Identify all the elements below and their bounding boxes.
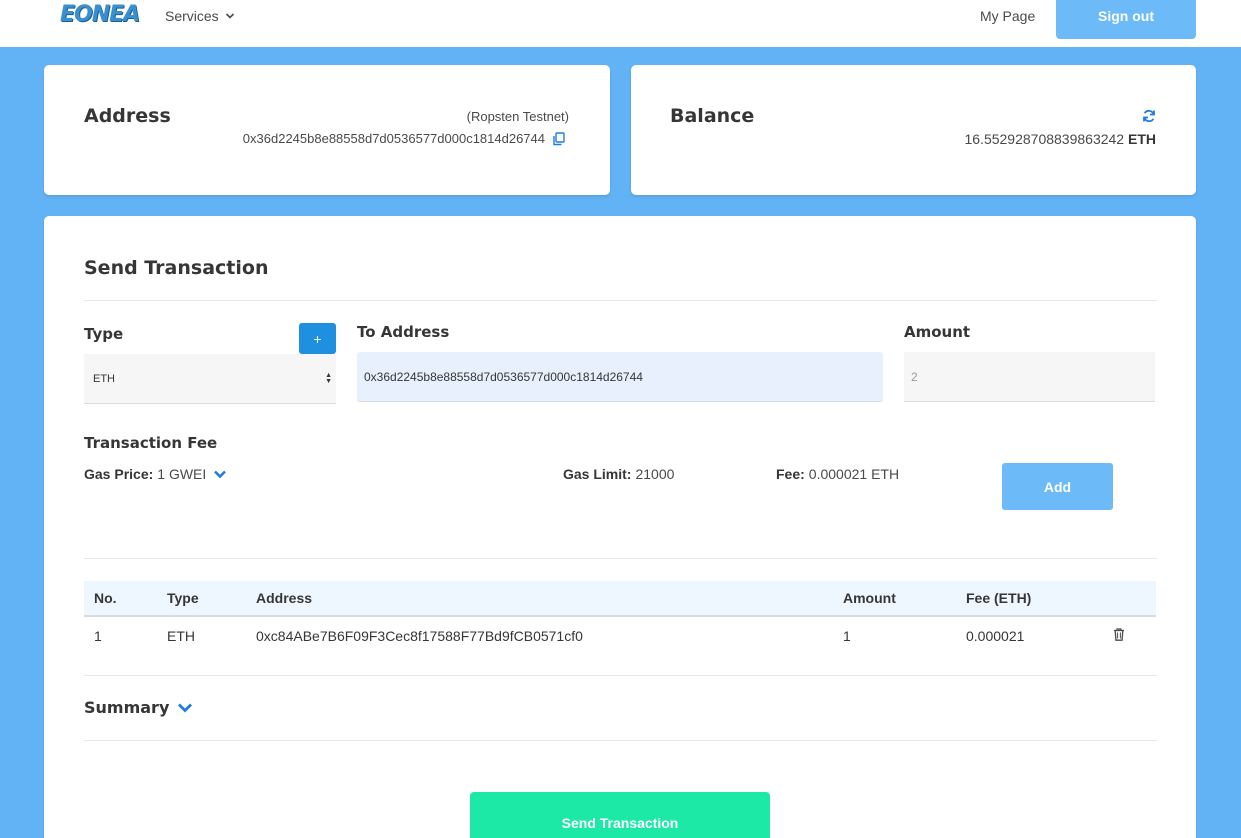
- refresh-icon[interactable]: [1142, 109, 1156, 123]
- sign-out-button[interactable]: Sign out: [1056, 0, 1196, 39]
- chevron-down-icon: [225, 13, 234, 19]
- gas-price-selector[interactable]: Gas Price: 1 GWEI: [84, 466, 227, 482]
- divider: [84, 300, 1157, 301]
- trash-icon: [1114, 628, 1124, 641]
- fee-value: 0.000021 ETH: [808, 466, 900, 482]
- balance-title: Balance: [670, 105, 755, 127]
- table-header: No. Type Address Amount Fee (ETH): [84, 581, 1156, 617]
- header-fee: Fee (ETH): [966, 590, 1032, 606]
- logo[interactable]: EONEA: [60, 2, 140, 28]
- gas-price-value: 1 GWEI: [157, 466, 207, 482]
- transaction-fee-label: Transaction Fee: [84, 434, 218, 452]
- wallet-address: 0x36d2245b8e88558d7d0536577d000c1814d267…: [243, 131, 566, 146]
- network-label: (Ropsten Testnet): [466, 109, 569, 124]
- add-type-button[interactable]: +: [299, 323, 336, 354]
- type-label: Type: [84, 325, 124, 343]
- row-fee: 0.000021: [966, 628, 1025, 644]
- copy-icon[interactable]: [552, 131, 566, 146]
- send-transaction-button[interactable]: Send Transaction: [470, 792, 770, 838]
- address-card: Address (Ropsten Testnet) 0x36d2245b8e88…: [44, 65, 610, 195]
- delete-row-button[interactable]: [1113, 628, 1125, 644]
- chevron-down-icon: [214, 470, 227, 479]
- divider: [84, 740, 1157, 741]
- select-arrows-icon: ▲ ▼: [325, 372, 332, 385]
- transaction-table: No. Type Address Amount Fee (ETH) 1 ETH …: [84, 581, 1156, 655]
- fee: Fee: 0.000021 ETH: [776, 466, 899, 482]
- to-address-input[interactable]: 0x36d2245b8e88558d7d0536577d000c1814d267…: [357, 352, 883, 402]
- header-amount: Amount: [843, 590, 896, 606]
- divider: [84, 675, 1157, 676]
- balance-amount: 16.552928708839863242: [964, 131, 1125, 147]
- type-select[interactable]: ETH ▲ ▼: [84, 354, 336, 404]
- chevron-down-icon: [178, 703, 193, 713]
- gas-limit-value: 21000: [635, 466, 675, 482]
- amount-input[interactable]: 2: [904, 352, 1155, 402]
- divider: [84, 558, 1157, 559]
- balance-value: 16.552928708839863242 ETH: [964, 131, 1156, 147]
- table-row: 1 ETH 0xc84ABe7B6F09F3Cec8f17588F77Bd9fC…: [84, 617, 1156, 655]
- header-no: No.: [94, 590, 117, 606]
- my-page-link[interactable]: My Page: [980, 8, 1035, 24]
- services-menu[interactable]: Services: [165, 8, 235, 24]
- header-address: Address: [256, 590, 313, 606]
- amount-label: Amount: [904, 323, 971, 341]
- send-transaction-title: Send Transaction: [84, 257, 269, 279]
- row-address: 0xc84ABe7B6F09F3Cec8f17588F77Bd9fCB0571c…: [256, 628, 583, 644]
- row-no: 1: [94, 628, 102, 644]
- add-button[interactable]: Add: [1002, 463, 1113, 510]
- summary-toggle[interactable]: Summary: [84, 698, 193, 717]
- balance-card: Balance 16.552928708839863242 ETH: [631, 65, 1196, 195]
- wallet-address-text: 0x36d2245b8e88558d7d0536577d000c1814d267…: [242, 131, 545, 146]
- row-amount: 1: [843, 628, 851, 644]
- address-title: Address: [84, 105, 171, 127]
- to-address-label: To Address: [357, 323, 450, 341]
- navbar: EONEA Services My Page Sign out: [0, 0, 1241, 47]
- send-transaction-card: Send Transaction Type + ETH ▲ ▼ To Addres…: [44, 216, 1196, 838]
- type-select-value: ETH: [93, 372, 115, 385]
- services-label: Services: [165, 8, 219, 24]
- row-type: ETH: [167, 628, 195, 644]
- gas-limit-label: Gas Limit:: [563, 466, 632, 482]
- gas-limit: Gas Limit: 21000: [563, 466, 674, 482]
- balance-unit: ETH: [1128, 131, 1156, 147]
- gas-price-label: Gas Price:: [84, 466, 154, 482]
- summary-label: Summary: [84, 698, 170, 717]
- fee-label: Fee:: [776, 466, 805, 482]
- header-type: Type: [167, 590, 199, 606]
